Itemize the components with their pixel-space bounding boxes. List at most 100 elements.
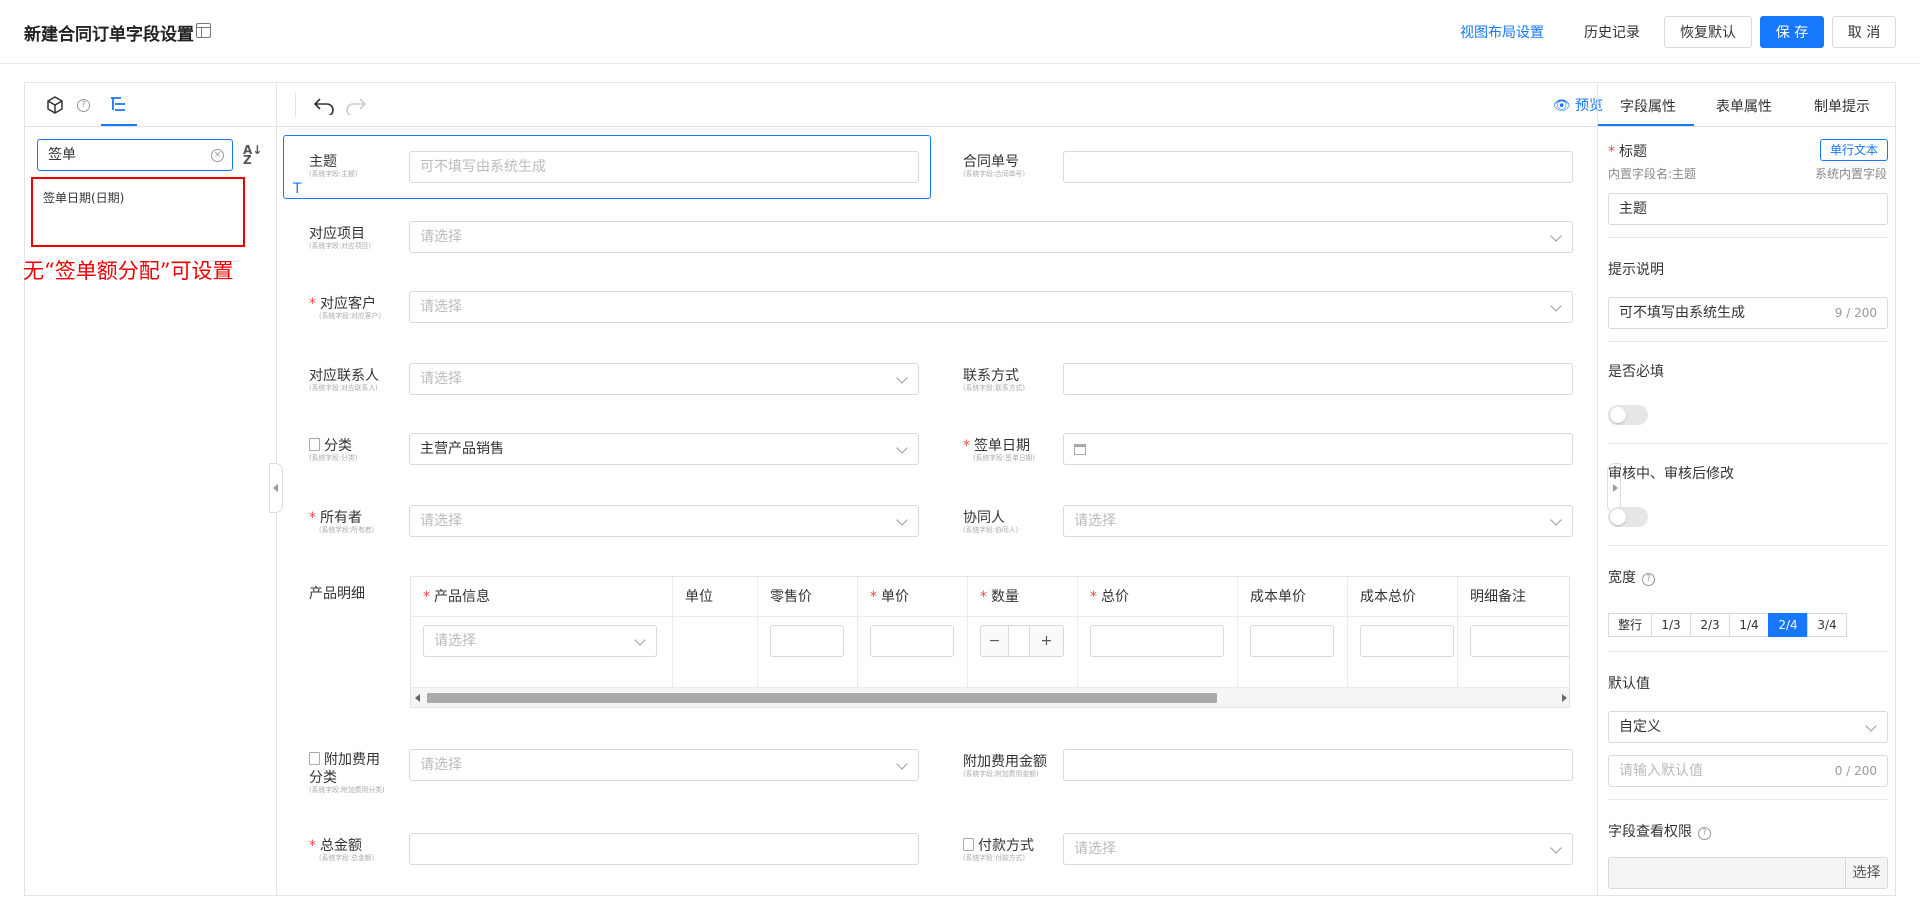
preview-button[interactable]: 👁 预览: [1553, 95, 1603, 115]
table-cell: [1458, 617, 1569, 687]
field-label-total: * 总金额: [309, 835, 362, 855]
table-header-retail: 零售价: [758, 577, 858, 617]
subject-input[interactable]: 可不填写由系统生成: [409, 151, 919, 183]
contact-select[interactable]: 请选择: [409, 363, 919, 395]
category-select[interactable]: 主营产品销售: [409, 433, 919, 465]
field-label-contact: 对应联系人: [309, 368, 379, 384]
search-result-item[interactable]: 签单日期(日期): [43, 189, 124, 206]
required-mark: *: [870, 589, 877, 605]
divider: [1608, 443, 1888, 444]
field-search-input[interactable]: 签单 ×: [37, 139, 233, 171]
cost-unit-input[interactable]: [1250, 625, 1334, 657]
customer-select[interactable]: 请选择: [409, 291, 1573, 323]
owner-select[interactable]: 请选择: [409, 505, 919, 537]
hint-input[interactable]: 可不填写由系统生成 9 / 200: [1608, 297, 1888, 329]
field-sub-total: (系统字段:总金额): [319, 853, 375, 862]
required-mark: *: [423, 589, 430, 605]
divider: [1608, 799, 1888, 800]
horizontal-scrollbar[interactable]: [411, 687, 1569, 707]
field-sub-project: (系统字段:对应项目): [309, 241, 371, 250]
collaborator-select[interactable]: 请选择: [1063, 505, 1573, 537]
width-option-2-3[interactable]: 2/3: [1690, 613, 1730, 637]
tab-form-tips[interactable]: 制单提示: [1814, 96, 1870, 116]
column-label: 数量: [991, 589, 1019, 605]
field-label-contract-no: 合同单号: [963, 154, 1019, 170]
field-label-subject: 主题: [309, 154, 337, 170]
redo-icon[interactable]: [345, 95, 367, 115]
required-mark: *: [980, 589, 987, 605]
table-header-product: * 产品信息: [411, 577, 673, 617]
tree-icon[interactable]: [109, 95, 129, 115]
price-input[interactable]: [870, 625, 954, 657]
field-label-sign-date: * 签单日期: [963, 435, 1030, 455]
total-price-input[interactable]: [1090, 625, 1224, 657]
view-layout-link[interactable]: 视图布局设置: [1460, 22, 1544, 42]
clear-icon[interactable]: ×: [211, 149, 224, 162]
save-button[interactable]: 保 存: [1760, 16, 1824, 48]
note-input[interactable]: [1470, 625, 1569, 657]
minus-button[interactable]: −: [981, 626, 1009, 656]
scroll-right-icon[interactable]: [1562, 694, 1567, 702]
contact-info-input[interactable]: [1063, 363, 1573, 395]
cancel-button[interactable]: 取 消: [1832, 16, 1896, 48]
cube-icon[interactable]: [45, 95, 65, 115]
width-option-2-4[interactable]: 2/4: [1768, 613, 1808, 637]
help-icon[interactable]: ?: [1642, 573, 1655, 586]
payment-label-text: 付款方式: [978, 838, 1034, 854]
audit-edit-toggle[interactable]: [1608, 507, 1648, 527]
hint-counter: 9 / 200: [1834, 306, 1877, 320]
payment-method-select[interactable]: 请选择: [1063, 833, 1573, 865]
cost-total-input[interactable]: [1360, 625, 1454, 657]
scrollbar-thumb[interactable]: [427, 693, 1217, 703]
default-mode-select[interactable]: 自定义: [1608, 711, 1888, 743]
field-sub-extra-fee-cat: (系统字段:附加费用分类): [309, 785, 385, 794]
help-icon[interactable]: ?: [1698, 827, 1711, 840]
table-cell: [673, 617, 758, 687]
field-sub-extra-fee-amt: (系统字段:附加费用金额): [963, 769, 1039, 778]
quantity-value[interactable]: [1009, 626, 1029, 656]
contract-no-input[interactable]: [1063, 151, 1573, 183]
table-header-price: * 单价: [858, 577, 968, 617]
layout-icon[interactable]: [196, 23, 211, 38]
properties-panel: 字段属性 表单属性 制单提示 * 标题 单行文本 内置字段名:主题 系统内置字段 …: [1597, 83, 1896, 895]
payment-placeholder: 请选择: [1074, 841, 1116, 857]
width-option-full[interactable]: 整行: [1608, 613, 1652, 637]
product-select[interactable]: 请选择: [423, 625, 657, 657]
tab-form-properties[interactable]: 表单属性: [1716, 96, 1772, 116]
hint-label: 提示说明: [1608, 262, 1664, 278]
chevron-down-icon: [896, 442, 908, 454]
column-label: 总价: [1101, 589, 1129, 605]
width-option-1-4[interactable]: 1/4: [1729, 613, 1769, 637]
sign-date-input[interactable]: [1063, 433, 1573, 465]
undo-icon[interactable]: [313, 95, 335, 115]
width-option-3-4[interactable]: 3/4: [1807, 613, 1847, 637]
view-permission-field[interactable]: 选择: [1608, 857, 1888, 889]
project-placeholder: 请选择: [420, 229, 462, 245]
field-label-payment: 付款方式: [963, 835, 1034, 855]
retail-input[interactable]: [770, 625, 844, 657]
chevron-down-icon: [1865, 720, 1877, 732]
title-input[interactable]: 主题: [1608, 193, 1888, 225]
field-type-badge: 单行文本: [1820, 139, 1888, 161]
sort-icon[interactable]: A↓ Z: [243, 144, 262, 166]
default-value-input[interactable]: 请输入默认值 0 / 200: [1608, 755, 1888, 787]
tab-field-properties[interactable]: 字段属性: [1620, 96, 1676, 116]
extra-fee-category-select[interactable]: 请选择: [409, 749, 919, 781]
extra-fee-amount-input[interactable]: [1063, 749, 1573, 781]
scroll-left-icon[interactable]: [415, 694, 420, 702]
field-library-panel: ? 签单 × A↓ Z 签单日期(日期) 无“签单额分配”可设置: [23, 83, 277, 895]
title-label-text: 标题: [1619, 144, 1647, 160]
width-option-1-3[interactable]: 1/3: [1651, 613, 1691, 637]
history-link[interactable]: 历史记录: [1584, 22, 1640, 42]
required-toggle[interactable]: [1608, 405, 1648, 425]
search-value: 签单: [48, 147, 76, 163]
plus-button[interactable]: +: [1029, 626, 1063, 656]
total-amount-input[interactable]: [409, 833, 919, 865]
restore-default-button[interactable]: 恢复默认: [1664, 16, 1752, 48]
divider: [1608, 545, 1888, 546]
chevron-down-icon: [896, 372, 908, 384]
select-permission-button[interactable]: 选择: [1845, 858, 1887, 888]
help-icon[interactable]: ?: [77, 99, 90, 112]
quantity-stepper[interactable]: − +: [980, 625, 1064, 657]
project-select[interactable]: 请选择: [409, 221, 1573, 253]
